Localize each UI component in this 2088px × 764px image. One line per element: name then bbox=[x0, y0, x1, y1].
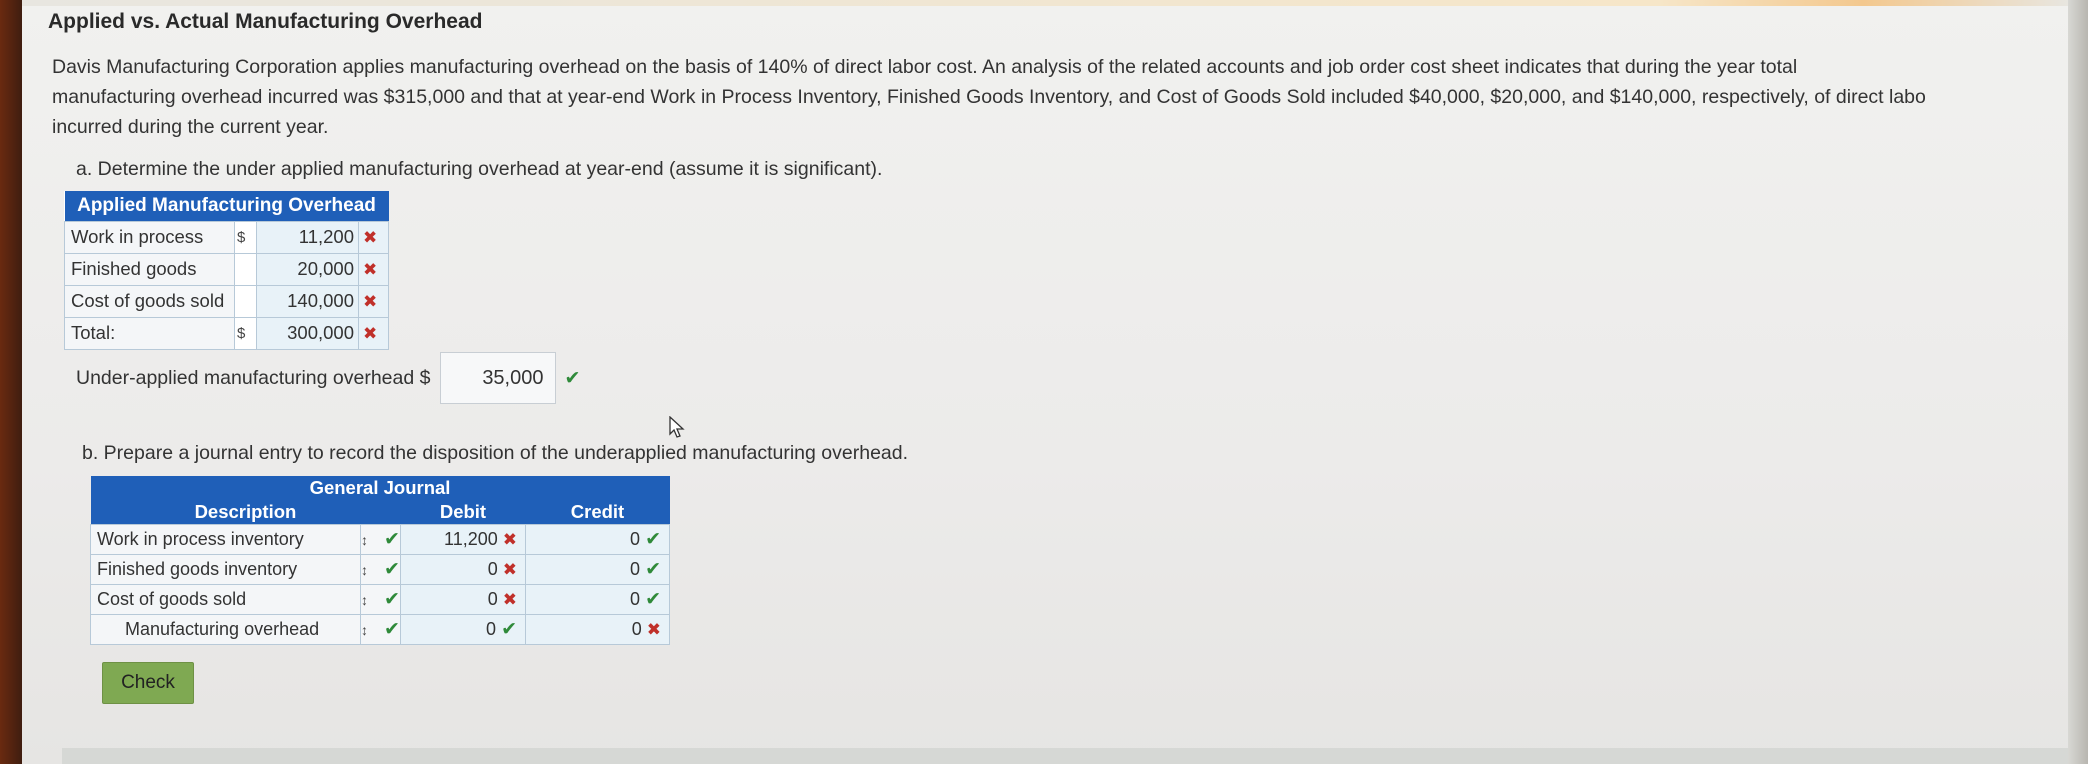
credit-cell: 0 ✔ bbox=[525, 553, 670, 585]
debit-input[interactable]: 0 bbox=[486, 619, 496, 639]
underapplied-label: Under-applied manufacturing overhead $ bbox=[76, 366, 431, 389]
debit-cell: 11,200 ✖ bbox=[399, 523, 527, 555]
credit-input[interactable]: 0 bbox=[632, 619, 642, 639]
select-status: ↕ ✔ bbox=[360, 583, 401, 615]
journal-title: General Journal bbox=[309, 477, 451, 498]
debit-cell: 0 ✔ bbox=[399, 613, 527, 645]
journal-row: Work in process inventory ↕ ✔ 11,200 ✖ 0 ✔ bbox=[90, 523, 670, 555]
amount-input[interactable]: 11,200 bbox=[256, 220, 359, 254]
credit-cell: 0 ✔ bbox=[525, 583, 670, 615]
currency-symbol: $ bbox=[234, 220, 257, 254]
problem-statement: Davis Manufacturing Corporation applies … bbox=[52, 52, 2042, 142]
row-label: Cost of goods sold bbox=[64, 284, 235, 318]
intro-line: manufacturing overhead incurred was $315… bbox=[52, 86, 1926, 108]
applied-overhead-row: Total: $300,000 ✖ bbox=[64, 316, 389, 350]
correct-check-icon: ✔ bbox=[645, 588, 661, 610]
intro-line: incurred during the current year. bbox=[52, 116, 329, 138]
incorrect-x-icon: ✖ bbox=[363, 260, 378, 279]
applied-overhead-row: Cost of goods sold 140,000 ✖ bbox=[64, 284, 389, 318]
incorrect-x-icon: ✖ bbox=[502, 529, 517, 549]
correct-check-icon: ✔ bbox=[501, 618, 517, 640]
general-journal-table: General Journal Description Debit Credit… bbox=[90, 476, 670, 645]
updown-arrows-icon[interactable]: ↕ bbox=[361, 592, 368, 608]
incorrect-x-icon: ✖ bbox=[363, 228, 378, 247]
screen-bottom-band bbox=[62, 748, 2068, 764]
debit-cell: 0 ✖ bbox=[399, 553, 527, 585]
underapplied-row: Under-applied manufacturing overhead $ 3… bbox=[76, 352, 580, 404]
incorrect-x-icon: ✖ bbox=[363, 324, 378, 343]
applied-overhead-row: Finished goods 20,000 ✖ bbox=[64, 252, 389, 286]
applied-overhead-table: Applied Manufacturing Overhead Work in p… bbox=[64, 191, 389, 350]
screen-top-edge bbox=[22, 0, 2068, 6]
correct-check-icon: ✔ bbox=[564, 367, 581, 389]
credit-input[interactable]: 0 bbox=[630, 589, 640, 609]
credit-cell: 0 ✔ bbox=[525, 523, 670, 555]
col-debit: Debit bbox=[439, 500, 487, 522]
check-button[interactable]: Check bbox=[102, 662, 194, 704]
account-select[interactable]: Work in process inventory bbox=[90, 523, 361, 555]
correct-check-icon: ✔ bbox=[384, 618, 400, 640]
mouse-pointer-icon bbox=[669, 416, 685, 438]
part-a-prompt: a. Determine the under applied manufactu… bbox=[76, 158, 883, 180]
applied-overhead-row: Work in process $11,200 ✖ bbox=[64, 220, 389, 254]
debit-cell: 0 ✖ bbox=[399, 583, 527, 615]
status-mark: ✖ bbox=[358, 316, 389, 350]
applied-overhead-header: Applied Manufacturing Overhead bbox=[64, 191, 389, 221]
updown-arrows-icon[interactable]: ↕ bbox=[361, 562, 368, 578]
debit-input[interactable]: 0 bbox=[488, 589, 498, 609]
amount-input[interactable]: 140,000 bbox=[256, 284, 359, 318]
incorrect-x-icon: ✖ bbox=[646, 619, 661, 639]
select-status: ↕ ✔ bbox=[360, 523, 401, 555]
correct-check-icon: ✔ bbox=[645, 528, 661, 550]
amount-input[interactable]: 300,000 bbox=[256, 316, 359, 350]
updown-arrows-icon[interactable]: ↕ bbox=[361, 622, 368, 638]
currency-symbol bbox=[234, 284, 257, 318]
underapplied-input[interactable]: 35,000 bbox=[440, 352, 557, 404]
journal-row: Finished goods inventory ↕ ✔ 0 ✖ 0 ✔ bbox=[90, 553, 670, 585]
col-credit: Credit bbox=[570, 500, 625, 522]
row-label: Work in process bbox=[64, 220, 235, 254]
credit-cell: 0 ✖ bbox=[525, 613, 670, 645]
incorrect-x-icon: ✖ bbox=[502, 559, 517, 579]
debit-input[interactable]: 11,200 bbox=[444, 529, 498, 549]
credit-input[interactable]: 0 bbox=[630, 559, 640, 579]
account-select[interactable]: Cost of goods sold bbox=[90, 583, 361, 615]
col-description: Description bbox=[194, 500, 297, 522]
correct-check-icon: ✔ bbox=[645, 558, 661, 580]
currency-symbol bbox=[234, 252, 257, 286]
updown-arrows-icon[interactable]: ↕ bbox=[361, 532, 368, 548]
debit-input[interactable]: 0 bbox=[488, 559, 498, 579]
correct-check-icon: ✔ bbox=[384, 558, 400, 580]
monitor-bezel-right bbox=[2068, 0, 2088, 764]
page-title: Applied vs. Actual Manufacturing Overhea… bbox=[48, 10, 483, 33]
select-status: ↕ ✔ bbox=[360, 613, 401, 645]
status-mark: ✖ bbox=[358, 284, 389, 318]
account-select[interactable]: Manufacturing overhead bbox=[90, 613, 361, 645]
select-status: ↕ ✔ bbox=[360, 553, 401, 585]
status-mark: ✖ bbox=[358, 220, 389, 254]
incorrect-x-icon: ✖ bbox=[502, 589, 517, 609]
status-mark: ✖ bbox=[358, 252, 389, 286]
correct-check-icon: ✔ bbox=[384, 588, 400, 610]
intro-line: Davis Manufacturing Corporation applies … bbox=[52, 56, 1798, 78]
incorrect-x-icon: ✖ bbox=[363, 292, 378, 311]
correct-check-icon: ✔ bbox=[384, 528, 400, 550]
credit-input[interactable]: 0 bbox=[630, 529, 640, 549]
part-b-prompt: b. Prepare a journal entry to record the… bbox=[82, 442, 909, 464]
row-label: Finished goods bbox=[64, 252, 235, 286]
journal-row: Cost of goods sold ↕ ✔ 0 ✖ 0 ✔ bbox=[90, 583, 670, 615]
account-select[interactable]: Finished goods inventory bbox=[90, 553, 361, 585]
currency-symbol: $ bbox=[234, 316, 257, 350]
journal-row: Manufacturing overhead ↕ ✔ 0 ✔ 0 ✖ bbox=[90, 613, 670, 645]
row-label: Total: bbox=[64, 316, 235, 350]
amount-input[interactable]: 20,000 bbox=[256, 252, 359, 286]
